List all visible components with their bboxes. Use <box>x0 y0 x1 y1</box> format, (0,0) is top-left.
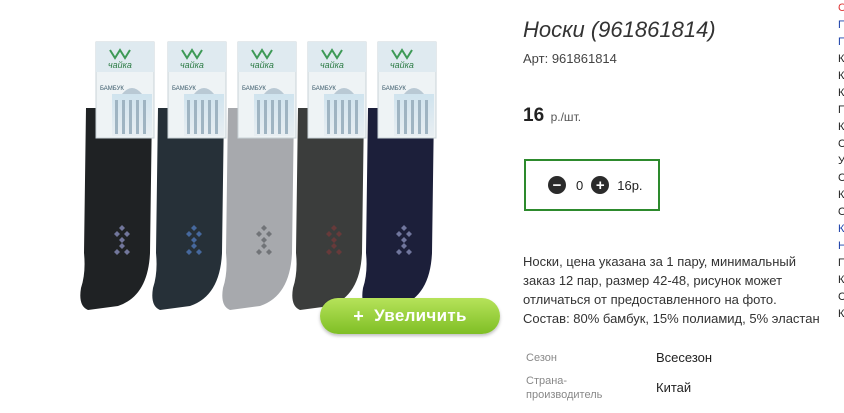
sidebar-fragment: С <box>838 172 844 184</box>
description-line: Носки, цена указана за 1 пару, минимальн… <box>523 254 796 269</box>
svg-text:чайка: чайка <box>180 60 204 70</box>
sku-value: 961861814 <box>551 51 617 66</box>
sidebar-fragment: К <box>838 70 844 82</box>
svg-text:чайка: чайка <box>108 60 132 70</box>
sidebar-fragment: С <box>838 2 844 14</box>
sock: чайка БАМБУК <box>152 41 227 310</box>
svg-text:БАМБУК: БАМБУК <box>382 86 406 92</box>
sock: чайка БАМБУК <box>362 41 437 310</box>
quantity-value[interactable]: 0 <box>576 178 583 193</box>
product-sku: Арт: 961861814 <box>523 51 617 66</box>
price-unit: р./шт. <box>550 110 582 124</box>
plus-icon: + <box>353 305 365 326</box>
product-description: Носки, цена указана за 1 пару, минимальн… <box>523 252 843 328</box>
zoom-button[interactable]: + Увеличить <box>320 298 500 334</box>
description-line: заказ 12 пар, размер 42-48, рисунок може… <box>523 273 783 288</box>
sidebar-fragment: П <box>838 257 844 269</box>
attr-country-label-1: Страна- <box>526 375 568 387</box>
product-price: 16 р./шт. <box>523 105 581 127</box>
sock: чайка БАМБУК <box>80 41 155 310</box>
sidebar-fragment: К <box>838 274 844 286</box>
svg-text:чайка: чайка <box>390 60 414 70</box>
sidebar-fragment: П <box>838 36 844 48</box>
svg-text:чайка: чайка <box>250 60 274 70</box>
sidebar-fragment: У <box>838 155 844 167</box>
sidebar-fragment: К <box>838 189 844 201</box>
svg-text:БАМБУК: БАМБУК <box>100 86 124 92</box>
quantity-stepper: − 0 + 16р. <box>524 159 660 211</box>
sock: чайка БАМБУК <box>292 41 367 310</box>
svg-text:БАМБУК: БАМБУК <box>172 86 196 92</box>
product-photo: чайка БАМБУК чайка БАМБУК чайка БАМБУК чайка БА… <box>80 41 437 310</box>
product-title: Носки (961861814) <box>523 17 716 42</box>
sidebar-fragment: К <box>838 53 844 65</box>
price-value: 16 <box>523 105 545 126</box>
attr-country-label-2: производитель <box>526 389 603 401</box>
quantity-total: 16р. <box>617 177 643 193</box>
description-line: отличаться от предоставленного на фото. <box>523 292 777 307</box>
minus-circle-icon[interactable]: − <box>548 176 566 194</box>
sock: чайка БАМБУК <box>222 41 297 310</box>
sidebar-fragment: К <box>838 308 844 320</box>
sidebar-fragment: С <box>838 291 844 303</box>
clipped-sidebar: СППКККПКСУСКОКНПКСК <box>838 0 844 413</box>
zoom-button-label: Увеличить <box>374 306 467 325</box>
attr-country-value: Китай <box>656 380 692 395</box>
plus-circle-icon[interactable]: + <box>591 176 610 194</box>
sidebar-fragment: К <box>838 121 844 133</box>
sidebar-fragment: Н <box>838 240 844 252</box>
svg-text:БАМБУК: БАМБУК <box>312 86 336 92</box>
sidebar-fragment: К <box>838 87 844 99</box>
attr-season-value: Всесезон <box>656 350 713 365</box>
sidebar-fragment: П <box>838 104 844 116</box>
attr-season-label: Сезон <box>526 352 557 364</box>
sidebar-fragment: С <box>838 138 844 150</box>
svg-text:чайка: чайка <box>320 60 344 70</box>
sidebar-fragment: П <box>838 19 844 31</box>
sku-label: Арт: <box>523 51 549 66</box>
svg-text:БАМБУК: БАМБУК <box>242 86 266 92</box>
sidebar-fragment: К <box>838 223 844 235</box>
description-line: Состав: 80% бамбук, 15% полиамид, 5% эла… <box>523 311 820 326</box>
sidebar-fragment: О <box>838 206 844 218</box>
